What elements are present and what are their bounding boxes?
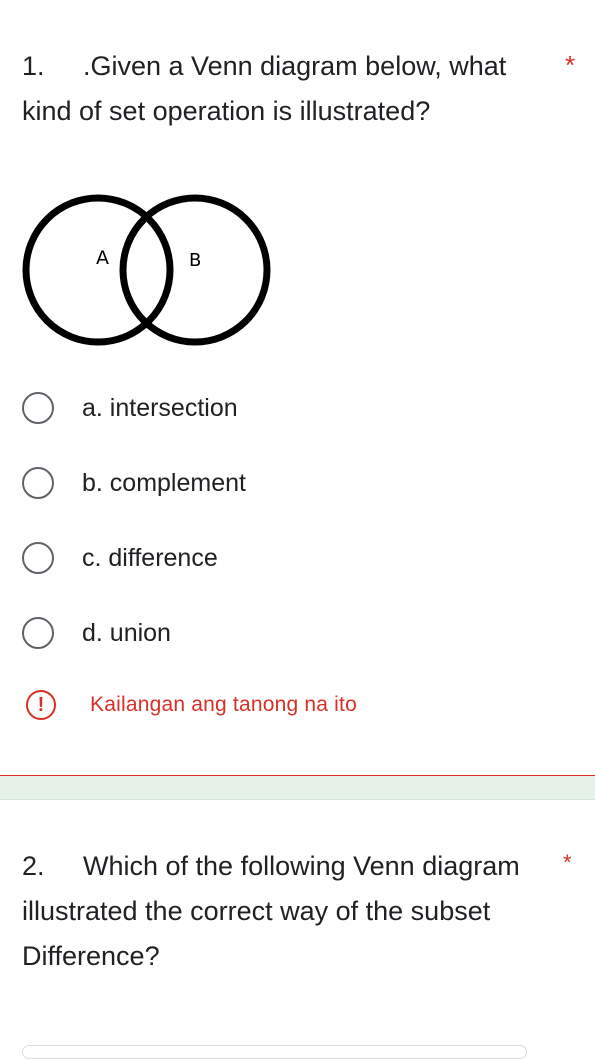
question-2-title: 2. Which of the following Venn diagram il… <box>22 844 522 979</box>
venn-label-b: B <box>189 250 201 271</box>
question-1-title: 1. .Given a Venn diagram below, what kind… <box>22 44 552 134</box>
question-1-number: 1. <box>22 51 45 81</box>
question-2-text: Which of the following Venn diagram illu… <box>22 851 520 971</box>
option-d[interactable]: d. union <box>22 613 171 653</box>
required-asterisk: * <box>563 850 572 875</box>
option-b-label: b. complement <box>82 468 246 497</box>
venn-diagram: A B <box>22 194 271 346</box>
option-c[interactable]: c. difference <box>22 538 218 578</box>
error-message: Kailangan ang tanong na ito <box>90 693 357 716</box>
section-gap <box>0 776 595 800</box>
option-b[interactable]: b. complement <box>22 463 246 503</box>
option-a[interactable]: a. intersection <box>22 388 238 428</box>
venn-label-a: A <box>96 247 109 269</box>
radio-unchecked-icon[interactable] <box>22 542 54 574</box>
radio-unchecked-icon[interactable] <box>22 467 54 499</box>
option-c-label: c. difference <box>82 543 218 572</box>
question-1-text: .Given a Venn diagram below, what kind o… <box>22 51 507 126</box>
required-error: ! Kailangan ang tanong na ito <box>26 690 357 720</box>
radio-unchecked-icon[interactable] <box>22 617 54 649</box>
image-container <box>22 1045 527 1059</box>
required-asterisk: * <box>565 50 576 80</box>
exclamation-circle-icon: ! <box>26 690 56 720</box>
question-2-number: 2. <box>22 851 45 881</box>
option-a-label: a. intersection <box>82 393 238 422</box>
option-d-label: d. union <box>82 618 171 647</box>
question-1-card: 1. .Given a Venn diagram below, what kind… <box>0 0 595 775</box>
radio-unchecked-icon[interactable] <box>22 392 54 424</box>
